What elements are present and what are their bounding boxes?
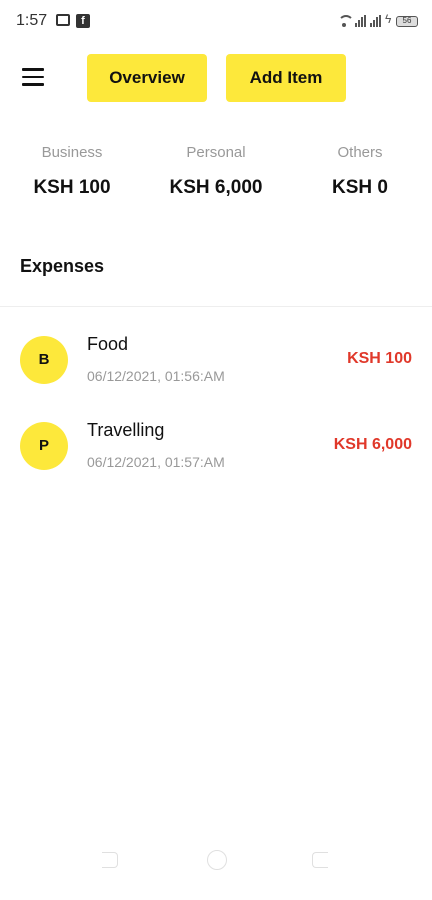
expense-amount: KSH 100: [347, 350, 412, 367]
status-bar: 1:57 f 56: [0, 0, 432, 44]
expense-date: 06/12/2021, 01:57:AM: [87, 454, 225, 470]
avatar: B: [20, 336, 68, 384]
wifi-icon: [337, 15, 354, 27]
status-icons: 56: [337, 12, 418, 29]
add-item-button[interactable]: Add Item: [226, 54, 346, 102]
summary-business: Business KSH 100: [22, 144, 122, 199]
home-icon[interactable]: [207, 850, 227, 870]
summary-label: Others: [337, 144, 383, 161]
notification-icon: [56, 14, 70, 26]
expense-amount: KSH 6,000: [333, 436, 412, 453]
summary-value: KSH 100: [33, 177, 111, 198]
expense-name: Travelling: [87, 420, 165, 440]
signal-icon: [355, 15, 366, 27]
overview-button[interactable]: Overview: [87, 54, 207, 102]
status-time: 1:57: [16, 12, 48, 29]
list-item[interactable]: P Travelling 06/12/2021, 01:57:AM KSH 6,…: [0, 420, 432, 492]
signal-icon-2: [370, 15, 381, 27]
list-item[interactable]: B Food 06/12/2021, 01:56:AM KSH 100: [0, 334, 432, 406]
summary-others: Others KSH 0: [310, 144, 410, 199]
recent-apps-icon[interactable]: [312, 852, 328, 868]
section-title: Expenses: [20, 256, 105, 276]
expense-name: Food: [87, 334, 129, 354]
divider: [0, 306, 432, 307]
summary-value: KSH 0: [332, 177, 388, 198]
summary-value: KSH 6,000: [169, 177, 263, 198]
avatar: P: [20, 422, 68, 470]
summary-label: Business: [41, 144, 103, 161]
expense-date: 06/12/2021, 01:56:AM: [87, 368, 225, 384]
summary-label: Personal: [186, 144, 246, 161]
charging-icon: [385, 12, 392, 27]
hamburger-menu-icon[interactable]: [22, 68, 46, 86]
battery-icon: 56: [396, 15, 418, 27]
back-icon[interactable]: [102, 852, 118, 868]
facebook-icon: f: [76, 14, 90, 28]
system-nav-bar: [0, 844, 432, 900]
summary-personal: Personal KSH 6,000: [156, 144, 276, 199]
